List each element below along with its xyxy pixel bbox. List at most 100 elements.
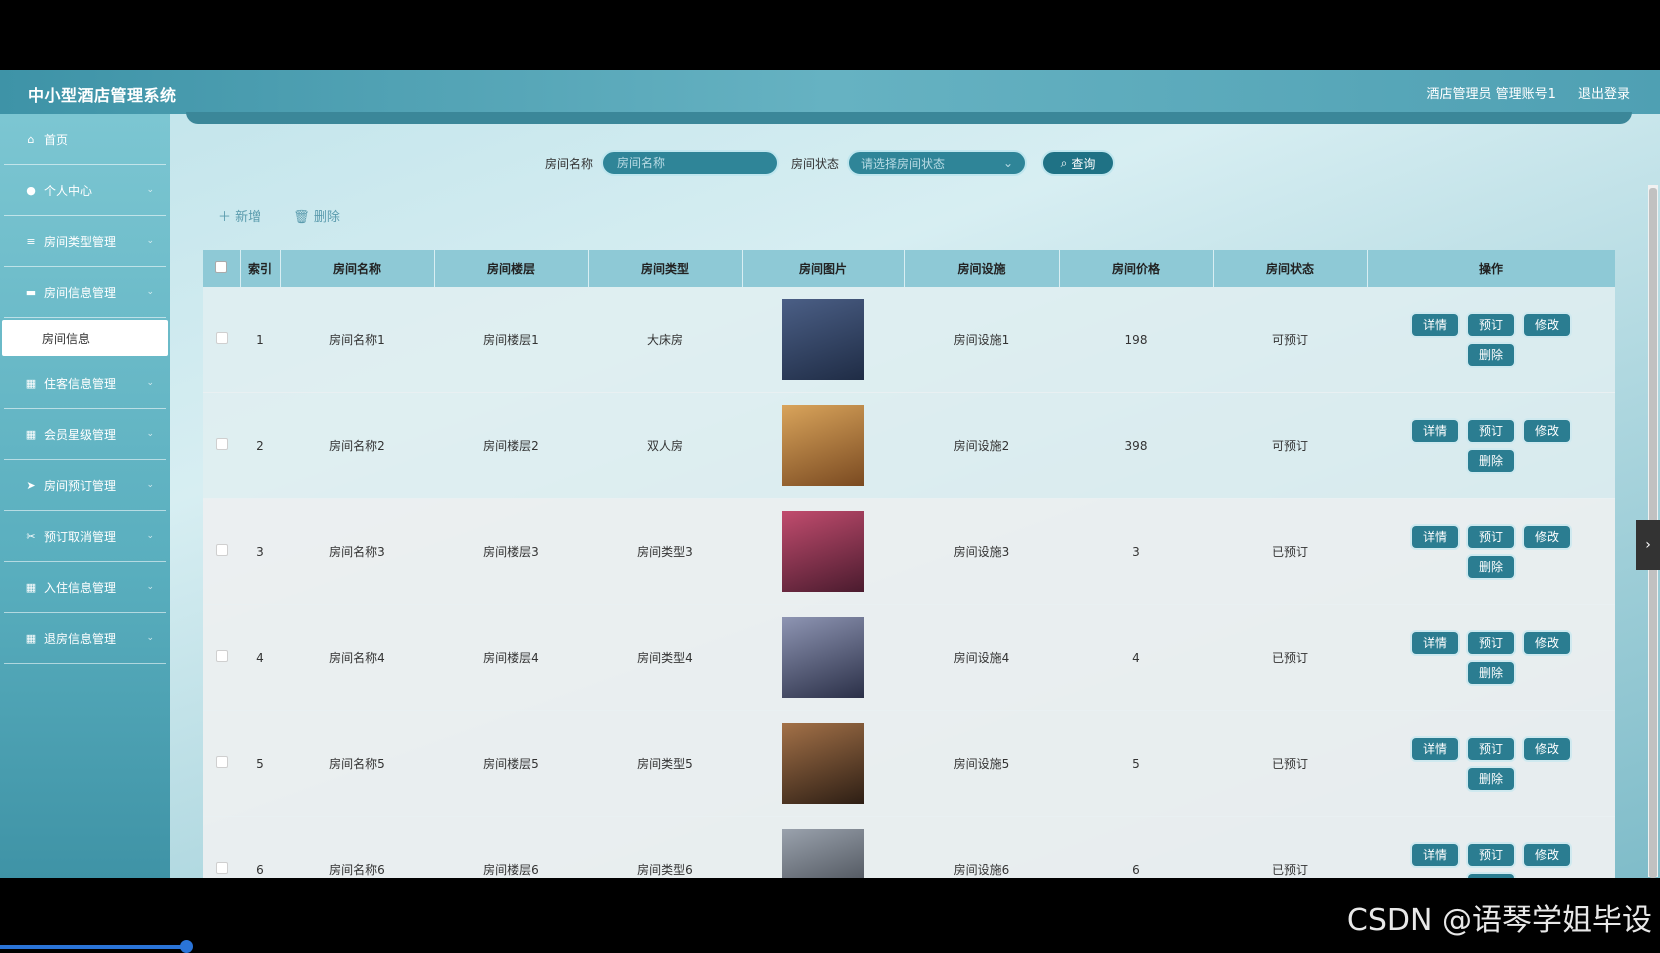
- room-image: [782, 829, 864, 878]
- chevron-down-icon: ⌄: [146, 185, 154, 195]
- sliders-icon: ≡: [26, 234, 36, 248]
- room-status-select[interactable]: 请选择房间状态 ⌄: [847, 150, 1028, 176]
- sidebar-item-label: 房间预订管理: [44, 478, 117, 493]
- home-icon: ⌂: [27, 132, 35, 146]
- chevron-down-icon: ⌄: [146, 582, 154, 592]
- column-header: 索引: [240, 250, 281, 287]
- sidebar-item[interactable]: ▦ 会员星级管理 ⌄: [4, 409, 166, 460]
- sidebar-item-label: 预订取消管理: [44, 529, 117, 544]
- room-status-placeholder: 请选择房间状态: [861, 156, 946, 171]
- delete-button[interactable]: 删除: [1468, 449, 1514, 472]
- edit-button[interactable]: 修改: [1524, 737, 1570, 760]
- row-checkbox[interactable]: [215, 650, 228, 662]
- plus-icon: ＋: [218, 210, 232, 225]
- select-all-checkbox[interactable]: [215, 261, 228, 273]
- chevron-down-icon: ⌄: [146, 378, 154, 388]
- column-header: 房间图片: [742, 250, 905, 287]
- actions-cell: 详情预订修改删除: [1367, 604, 1615, 711]
- edit-button[interactable]: 修改: [1524, 313, 1570, 336]
- sidebar-item[interactable]: ▦ 退房信息管理 ⌄: [4, 613, 166, 664]
- sidebar-item[interactable]: ▬ 房间信息管理 ⌄: [4, 267, 166, 318]
- index-cell: 3: [240, 498, 280, 605]
- current-user: 酒店管理员 管理账号1: [1426, 87, 1556, 102]
- logout-link[interactable]: 退出登录: [1578, 87, 1630, 102]
- grid-icon: ▦: [25, 376, 37, 390]
- name-cell: 房间名称3: [280, 498, 434, 605]
- room-name-input[interactable]: [615, 155, 765, 171]
- detail-button[interactable]: 详情: [1412, 525, 1458, 548]
- sidebar-item[interactable]: ≡ 房间类型管理 ⌄: [4, 216, 166, 267]
- video-progress-handle[interactable]: [180, 940, 193, 953]
- type-cell: 房间类型4: [588, 604, 742, 711]
- detail-button[interactable]: 详情: [1412, 419, 1458, 442]
- image-cell: [742, 816, 904, 878]
- chevron-down-icon: ⌄: [146, 531, 154, 541]
- column-header: 房间状态: [1213, 250, 1368, 287]
- monitor-icon: ▬: [25, 285, 37, 299]
- chevron-right-icon[interactable]: ›: [1636, 520, 1660, 570]
- sidebar-subitem[interactable]: 房间信息: [2, 320, 168, 356]
- row-checkbox[interactable]: [215, 544, 228, 556]
- book-button[interactable]: 预订: [1468, 419, 1514, 442]
- chevron-down-icon: ⌄: [146, 480, 154, 490]
- column-header: 房间名称: [280, 250, 435, 287]
- row-checkbox[interactable]: [215, 756, 228, 768]
- row-actions: 详情预订修改删除: [1401, 313, 1581, 366]
- facility-cell: 房间设施5: [904, 710, 1059, 817]
- detail-button[interactable]: 详情: [1412, 843, 1458, 866]
- row-checkbox[interactable]: [215, 862, 228, 874]
- user-icon: ●: [26, 183, 36, 197]
- book-button[interactable]: 预订: [1468, 525, 1514, 548]
- facility-cell: 房间设施2: [904, 392, 1059, 499]
- delete-button[interactable]: 删除: [1468, 343, 1514, 366]
- row-checkbox[interactable]: [215, 332, 228, 344]
- edit-button[interactable]: 修改: [1524, 631, 1570, 654]
- table-header-row: 索引 房间名称 房间楼层 房间类型 房间图片 房间设施 房间价格 房间状态 操作: [203, 250, 1615, 287]
- sidebar-item-label: 房间类型管理: [44, 234, 117, 249]
- name-cell: 房间名称5: [280, 710, 434, 817]
- book-button[interactable]: 预订: [1468, 843, 1514, 866]
- add-button-label: 新增: [235, 210, 262, 225]
- delete-button[interactable]: 删除: [1468, 873, 1514, 878]
- sidebar-item[interactable]: ▦ 入住信息管理 ⌄: [4, 562, 166, 613]
- index-cell: 5: [240, 710, 280, 817]
- status-cell: 可预订: [1213, 287, 1367, 393]
- status-cell: 可预订: [1213, 392, 1367, 499]
- edit-button[interactable]: 修改: [1524, 525, 1570, 548]
- book-button[interactable]: 预订: [1468, 313, 1514, 336]
- row-checkbox[interactable]: [215, 438, 228, 450]
- delete-button[interactable]: 删除: [1468, 555, 1514, 578]
- sidebar-item[interactable]: ✂ 预订取消管理 ⌄: [4, 511, 166, 562]
- sidebar-item[interactable]: ➤ 房间预订管理 ⌄: [4, 460, 166, 511]
- query-button[interactable]: ⌕ 查询: [1041, 150, 1116, 176]
- row-select-cell: [203, 392, 240, 499]
- row-select-cell: [203, 816, 240, 878]
- detail-button[interactable]: 详情: [1412, 737, 1458, 760]
- add-button[interactable]: ＋ 新增: [218, 206, 261, 225]
- detail-button[interactable]: 详情: [1412, 631, 1458, 654]
- video-progress-bar[interactable]: [0, 945, 186, 949]
- sidebar-item-label: 首页: [44, 132, 69, 147]
- table-row: 1 房间名称1 房间楼层1 大床房 房间设施1 198 可预订 详情 预订 修改 删除: [203, 287, 1615, 393]
- floor-cell: 房间楼层2: [434, 392, 588, 499]
- bulk-delete-button[interactable]: 🗑 删除: [293, 206, 340, 225]
- detail-button[interactable]: 详情: [1412, 313, 1458, 336]
- edit-button[interactable]: 修改: [1524, 419, 1570, 442]
- type-cell: 房间类型5: [588, 710, 742, 817]
- facility-cell: 房间设施6: [904, 816, 1059, 878]
- grid-icon: ▦: [25, 427, 37, 441]
- room-name-input-wrap: [601, 150, 779, 176]
- book-button[interactable]: 预订: [1468, 631, 1514, 654]
- table-row: 3 房间名称3 房间楼层3 房间类型3 房间设施3 3 已预订 详情 预订 修改 删除: [203, 498, 1615, 605]
- sidebar-item[interactable]: ▦ 住客信息管理 ⌄: [4, 358, 166, 409]
- book-button[interactable]: 预订: [1468, 737, 1514, 760]
- sidebar-item-label: 个人中心: [44, 183, 93, 198]
- actions-cell: 详情预订修改删除: [1367, 498, 1615, 605]
- delete-button[interactable]: 删除: [1468, 661, 1514, 684]
- table-row: 4 房间名称4 房间楼层4 房间类型4 房间设施4 4 已预订 详情 预订 修改 删除: [203, 604, 1615, 711]
- sidebar-item-label: 住客信息管理: [44, 376, 117, 391]
- facility-cell: 房间设施4: [904, 604, 1059, 711]
- delete-button[interactable]: 删除: [1468, 767, 1514, 790]
- facility-cell: 房间设施3: [904, 498, 1059, 605]
- edit-button[interactable]: 修改: [1524, 843, 1570, 866]
